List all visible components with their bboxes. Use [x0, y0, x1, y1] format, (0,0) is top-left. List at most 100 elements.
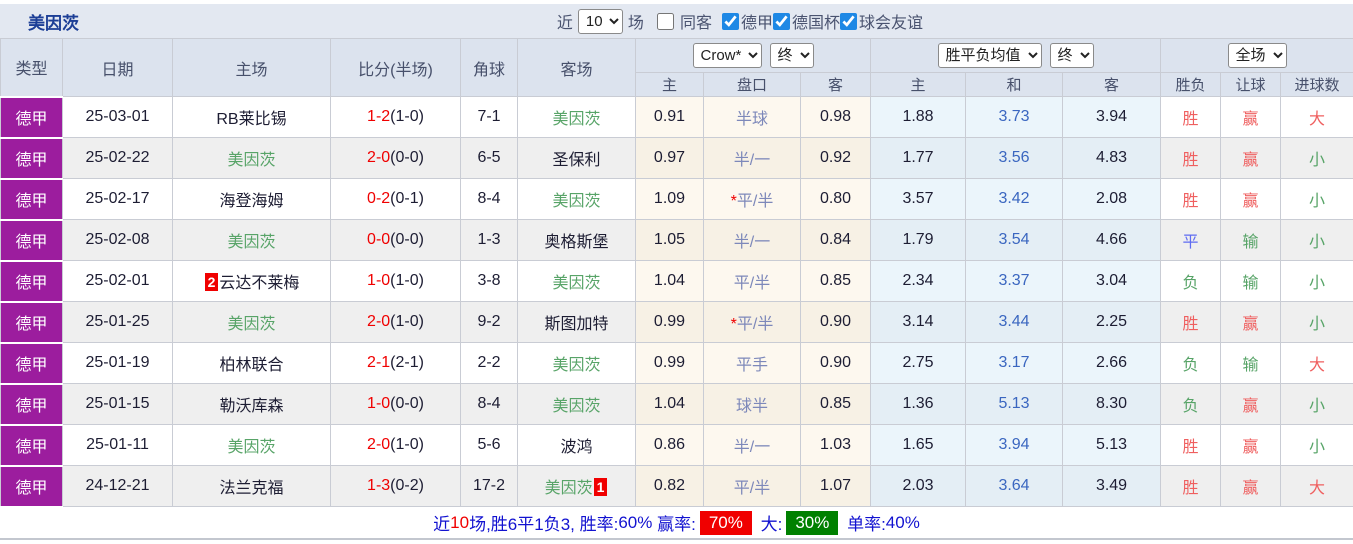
away-team-cell: 美因茨 — [518, 384, 636, 425]
goals-cell: 大 — [1281, 466, 1353, 507]
goals-cell: 小 — [1281, 179, 1353, 220]
filter-德甲[interactable]: 德甲 — [722, 9, 773, 33]
avg-draw-cell: 3.94 — [966, 425, 1063, 466]
home-odds-cell: 0.97 — [636, 138, 704, 179]
date-cell: 24-12-21 — [63, 466, 173, 507]
half-time-score: (1-0) — [390, 108, 424, 125]
score-cell: 0-2(0-1) — [331, 179, 461, 220]
goals-cell: 小 — [1281, 302, 1353, 343]
topbar: 美因茨 近 10 场 同客德甲德国杯球会友谊 — [0, 4, 1353, 38]
score-cell: 2-0(1-0) — [331, 302, 461, 343]
avg-draw-cell: 3.54 — [966, 220, 1063, 261]
home-team-cell: 美因茨 — [173, 425, 331, 466]
col-header-home: 主场 — [173, 39, 331, 97]
goals-cell: 大 — [1281, 97, 1353, 138]
matches-label: 场 — [628, 9, 644, 33]
filter-checkbox[interactable] — [773, 13, 790, 30]
bookmaker-company-select[interactable]: Crow* — [693, 43, 762, 68]
full-time-score: 0-0 — [367, 231, 390, 248]
filter-德国杯[interactable]: 德国杯 — [773, 9, 840, 33]
home-team-cell: 美因茨 — [173, 302, 331, 343]
filter-label: 德甲 — [741, 9, 773, 33]
team-name: 美因茨 — [552, 357, 600, 374]
avg-away-cell: 3.49 — [1063, 466, 1161, 507]
team-name: 勒沃库森 — [219, 398, 283, 415]
sub-header-avg-away: 客 — [1063, 73, 1161, 97]
avg-away-cell: 4.66 — [1063, 220, 1161, 261]
filter-同客[interactable]: 同客 — [657, 9, 712, 33]
team-name: 美因茨 — [552, 275, 600, 292]
filter-checkbox[interactable] — [657, 13, 674, 30]
corners-cell: 9-2 — [461, 302, 518, 343]
corners-cell: 17-2 — [461, 466, 518, 507]
handicap-text: 半/一 — [734, 152, 770, 169]
away-team-cell: 美因茨1 — [518, 466, 636, 507]
full-time-score: 1-0 — [367, 395, 390, 412]
avg-home-cell: 3.14 — [871, 302, 966, 343]
col-header-score: 比分(半场) — [331, 39, 461, 97]
home-team-cell: 2云达不莱梅 — [173, 261, 331, 302]
odds-stage-select[interactable]: 终 — [770, 43, 814, 68]
league-cell: 德甲 — [1, 466, 63, 507]
recent-count-select[interactable]: 10 — [578, 9, 623, 34]
corners-cell: 8-4 — [461, 384, 518, 425]
avg-away-cell: 8.30 — [1063, 384, 1161, 425]
home-odds-cell: 0.91 — [636, 97, 704, 138]
avg-draw-cell: 3.56 — [966, 138, 1063, 179]
corners-cell: 7-1 — [461, 97, 518, 138]
col-header-corners: 角球 — [461, 39, 518, 97]
score-cell: 2-1(2-1) — [331, 343, 461, 384]
avg-draw-cell: 3.17 — [966, 343, 1063, 384]
filter-checkbox[interactable] — [840, 13, 857, 30]
handicap-result-cell: 赢 — [1221, 302, 1281, 343]
league-cell: 德甲 — [1, 97, 63, 138]
average-type-select[interactable]: 胜平负均值 — [938, 43, 1042, 68]
away-odds-cell: 0.84 — [801, 220, 871, 261]
filter-球会友谊[interactable]: 球会友谊 — [840, 9, 923, 33]
date-cell: 25-01-25 — [63, 302, 173, 343]
summary-segment: 60% — [618, 513, 652, 533]
handicap-text: 半球 — [736, 111, 768, 128]
full-time-score: 1-2 — [367, 108, 390, 125]
sub-header-handicap-result: 让球 — [1221, 73, 1281, 97]
handicap-text: 半/一 — [734, 234, 770, 251]
result-cell: 平 — [1161, 220, 1221, 261]
avg-away-cell: 3.94 — [1063, 97, 1161, 138]
date-cell: 25-02-01 — [63, 261, 173, 302]
team-name: 美因茨 — [227, 234, 275, 251]
home-odds-cell: 0.82 — [636, 466, 704, 507]
away-odds-cell: 0.98 — [801, 97, 871, 138]
summary-segment: 近 — [433, 510, 450, 535]
table-row: 德甲25-01-19柏林联合2-1(2-1)2-2美因茨0.99平手0.902.… — [1, 343, 1353, 384]
home-odds-cell: 0.99 — [636, 302, 704, 343]
away-odds-cell: 0.90 — [801, 343, 871, 384]
summary-segment: 10 — [450, 513, 469, 533]
away-team-cell: 波鸿 — [518, 425, 636, 466]
result-cell: 负 — [1161, 343, 1221, 384]
avg-draw-cell: 3.44 — [966, 302, 1063, 343]
home-team-cell: 柏林联合 — [173, 343, 331, 384]
match-table-body: 德甲25-03-01RB莱比锡1-2(1-0)7-1美因茨0.91半球0.981… — [1, 97, 1353, 507]
home-odds-cell: 0.86 — [636, 425, 704, 466]
average-stage-select[interactable]: 终 — [1050, 43, 1094, 68]
away-odds-cell: 0.80 — [801, 179, 871, 220]
team-name: 奥格斯堡 — [544, 234, 608, 251]
result-cell: 负 — [1161, 261, 1221, 302]
table-row: 德甲25-01-15勒沃库森1-0(0-0)8-4美因茨1.04球半0.851.… — [1, 384, 1353, 425]
half-time-score: (0-0) — [390, 231, 424, 248]
league-cell: 德甲 — [1, 343, 63, 384]
away-odds-cell: 1.07 — [801, 466, 871, 507]
scope-select[interactable]: 全场 — [1228, 43, 1287, 68]
half-time-score: (0-0) — [390, 395, 424, 412]
date-cell: 25-01-11 — [63, 425, 173, 466]
filter-checkboxes: 同客 德甲德国杯球会友谊 — [649, 9, 923, 33]
handicap-text: 平/半 — [737, 193, 773, 210]
league-cell: 德甲 — [1, 425, 63, 466]
home-team-cell: 法兰克福 — [173, 466, 331, 507]
filter-checkbox[interactable] — [722, 13, 739, 30]
result-cell: 胜 — [1161, 97, 1221, 138]
home-odds-cell: 0.99 — [636, 343, 704, 384]
handicap-cell: *平/半 — [704, 302, 801, 343]
summary-segment: 赢率: — [652, 510, 695, 535]
summary-segment: 场,胜6平1负3, 胜率: — [469, 510, 618, 535]
